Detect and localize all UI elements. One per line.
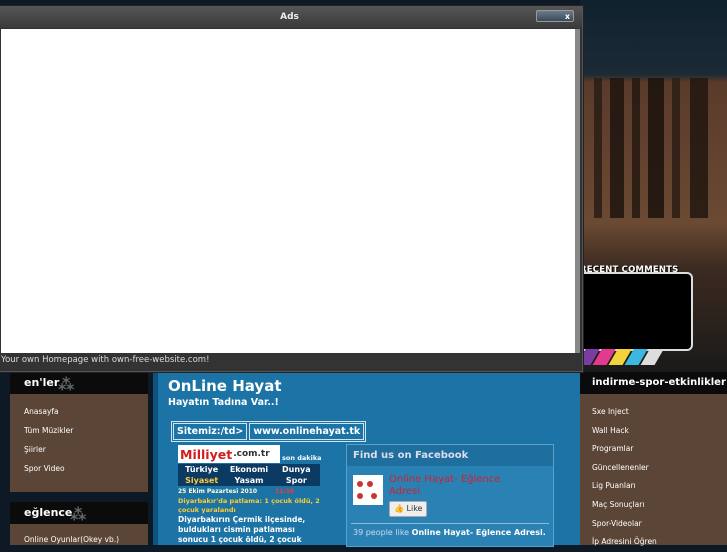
sidebar-item-spor-videolar[interactable]: Spor-Videolar [580, 515, 727, 534]
site-tagline: Hayatın Tadına Var..! [168, 397, 279, 408]
milliyet-menu-item[interactable]: Siyaset [178, 475, 225, 486]
milliyet-news-body: Diyarbakırın Çermik ilçesinde, bulduklar… [178, 515, 306, 544]
ads-scrollbar[interactable] [575, 29, 580, 353]
facebook-like-button[interactable]: 👍 Like [389, 501, 428, 517]
sidebar-item-lig-puanlari[interactable]: Lig Puanları [580, 477, 727, 496]
milliyet-headline-link[interactable]: Diyarbakır'da patlama: 1 çocuk öldü, 2 ç… [178, 497, 322, 515]
facebook-fan-count: 39 people like Online Hayat- Eğlence Adr… [353, 528, 546, 537]
ads-footer-link[interactable]: Your own Homepage with own-free-website.… [1, 355, 209, 365]
milliyet-logo[interactable]: Milliyet .com.tr [178, 445, 280, 463]
city-skyline-image [580, 78, 727, 218]
facebook-like-label: Like [406, 504, 423, 513]
sidebar-item-wall-hack[interactable]: Wall Hack [580, 422, 727, 441]
milliyet-menu-item[interactable]: Dunya [273, 464, 320, 475]
son-dakika-label: son dakika [282, 454, 322, 462]
sidebar-item-guncellenenler[interactable]: Güncellenenler [580, 459, 727, 478]
milliyet-menu-item[interactable]: Ekonomi [225, 464, 272, 475]
sidebar-divider [10, 492, 148, 502]
sidebar-section-title: eğlence [24, 506, 73, 519]
ads-close-button[interactable]: x [536, 10, 574, 22]
sidebar-item-tum-muzikler[interactable]: Tüm Müzikler [10, 421, 148, 440]
sidebar-section-title: indirme-spor-etkinlikler [592, 377, 726, 388]
milliyet-date: 25 Ekim Pazartesi 2010 12:16 [178, 488, 322, 495]
milliyet-news-widget: Milliyet .com.tr son dakika Türkiye Ekono… [178, 445, 322, 545]
sidebar-section-header: indirme-spor-etkinlikler [580, 372, 727, 394]
sidebar-item-ip-adresi[interactable]: İp Adresini Öğren [580, 533, 727, 552]
facebook-count-text: 39 people like [353, 528, 410, 537]
facebook-like-box: Find us on Facebook Online Hayat- Eğlenc… [346, 444, 554, 547]
facebook-page-name-link[interactable]: Online Hayat- Eğlence Adresi [389, 474, 529, 498]
site-title: OnLine Hayat [168, 377, 282, 395]
facebook-count-page[interactable]: Online Hayat- Eğlence Adresi. [412, 528, 546, 537]
sidebar-item-spor-video[interactable]: Spor Video [10, 459, 148, 478]
milliyet-logo-suffix: .com.tr [233, 449, 270, 459]
milliyet-menu: Türkiye Ekonomi Dunya Siyaset Yasam Spor [178, 464, 320, 486]
sidebar-item-sxe-inject[interactable]: Sxe Inject [580, 403, 727, 422]
sidebar-item-siirler[interactable]: Şiirler [10, 440, 148, 459]
close-icon: x [564, 12, 570, 21]
milliyet-menu-item[interactable]: Spor [273, 475, 320, 486]
sitemiz-url-link[interactable]: www.onlinehayat.tk [249, 423, 365, 440]
milliyet-menu-item[interactable]: Yasam [225, 475, 272, 486]
sidebar-item-anasayfa[interactable]: Anasayfa [10, 402, 148, 421]
swirl-decoration-icon: ⁂ [58, 375, 75, 394]
milliyet-time: 12:16 [275, 488, 295, 495]
sidebar-section-header: en'ler ⁂ [10, 372, 148, 394]
sidebar-item-mac-sonuclari[interactable]: Maç Sonuçları [580, 496, 727, 515]
color-stripes-decoration [580, 349, 727, 365]
sidebar-section-title: en'ler [24, 376, 60, 389]
sitemiz-label: Sitemiz:/td> [173, 423, 248, 440]
thumbs-up-icon: 👍 [394, 504, 404, 513]
recent-comments-box [583, 272, 693, 351]
milliyet-logo-text: Milliyet [180, 446, 233, 462]
ads-window-title: Ads [280, 12, 299, 22]
main-content: OnLine Hayat Hayatın Tadına Var..! Sitem… [153, 372, 580, 547]
left-sidebar: en'ler ⁂ Anasayfa Tüm Müzikler Şiirler S… [10, 372, 148, 545]
milliyet-menu-item[interactable]: Türkiye [178, 464, 225, 475]
sidebar-section-header: eğlence ⁂ [10, 502, 148, 524]
sidebar-item-online-oyunlar[interactable]: Online Oyunlar(Okey vb.) [10, 530, 148, 549]
facebook-box-title: Find us on Facebook [347, 445, 553, 466]
right-sidebar: indirme-spor-etkinlikler Sxe Inject Wall… [580, 372, 727, 546]
sidebar-item-programlar[interactable]: Programlar [580, 440, 727, 459]
swirl-decoration-icon: ⁂ [70, 505, 87, 524]
facebook-box-divider [351, 523, 549, 524]
facebook-page-thumbnail[interactable] [353, 475, 383, 505]
sitemiz-table: Sitemiz:/td> www.onlinehayat.tk [171, 421, 367, 442]
ads-popup-window: Ads x Your own Homepage with own-free-we… [0, 6, 583, 372]
ads-window-titlebar[interactable]: Ads x [0, 7, 582, 28]
milliyet-date-text: 25 Ekim Pazartesi 2010 [178, 488, 258, 495]
ads-content-area [1, 29, 575, 353]
